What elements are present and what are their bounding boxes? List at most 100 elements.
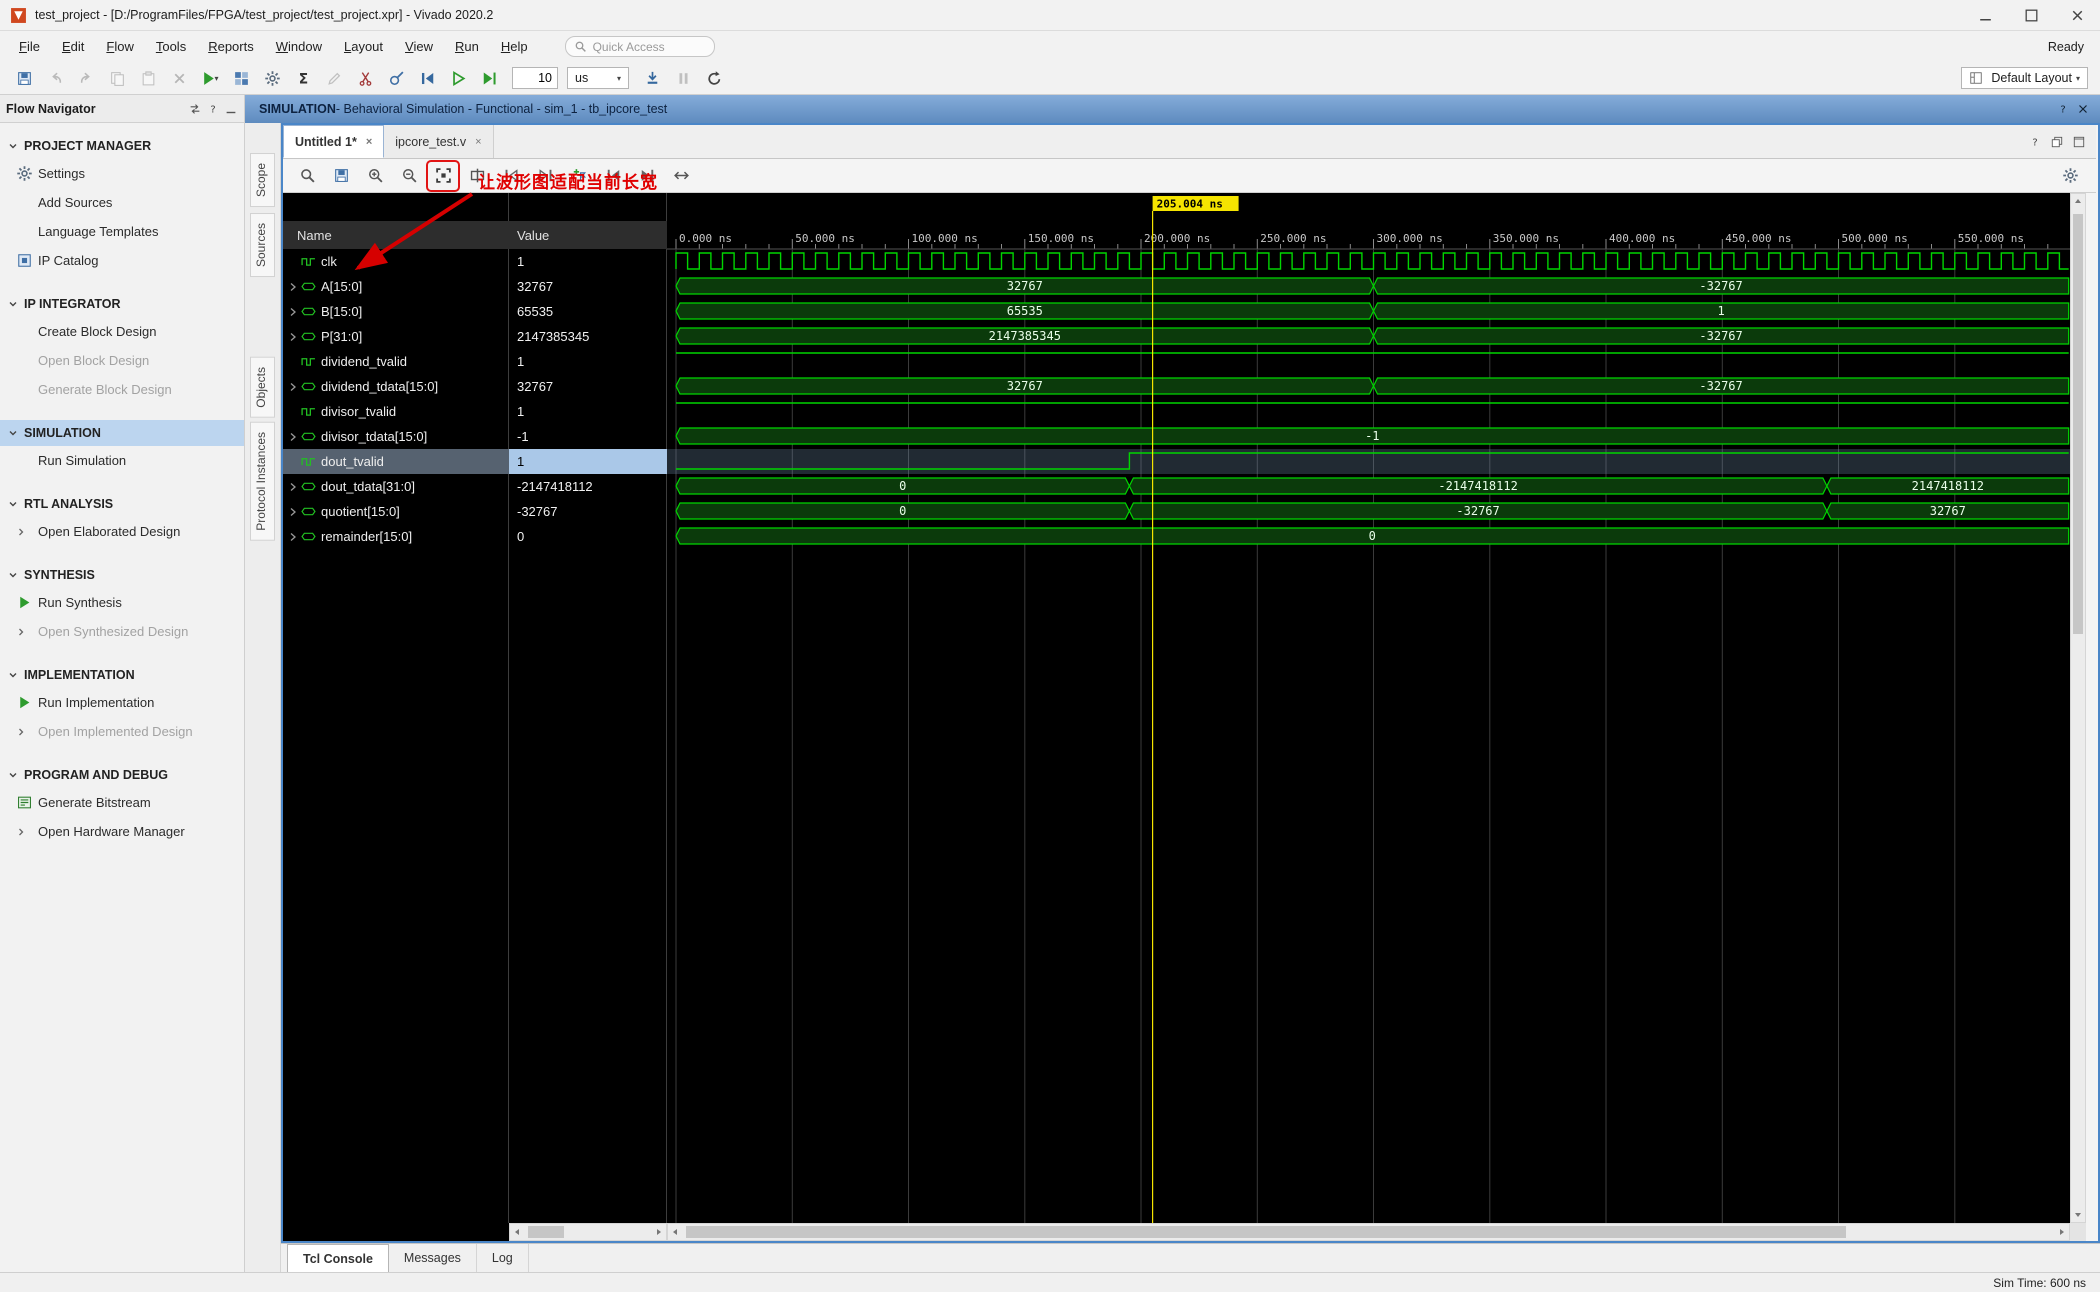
step-button[interactable]	[638, 65, 666, 91]
close-icon[interactable]: ×	[475, 136, 481, 148]
name-panel-scrollbar[interactable]	[283, 1223, 667, 1241]
side-tab-sources[interactable]: Sources	[250, 213, 275, 278]
menu-reports[interactable]: Reports	[197, 34, 265, 59]
bottom-tab-tcl-console[interactable]: Tcl Console	[287, 1244, 389, 1272]
scrollbar-thumb[interactable]	[686, 1226, 1846, 1238]
fn-section-simulation[interactable]: SIMULATION	[0, 420, 244, 446]
scroll-right-icon[interactable]	[652, 1225, 666, 1239]
menu-tools[interactable]: Tools	[145, 34, 197, 59]
expander-icon[interactable]	[288, 332, 298, 342]
menu-run[interactable]: Run	[444, 34, 490, 59]
fn-item-language-templates[interactable]: Language Templates	[0, 217, 244, 246]
fn-item-add-sources[interactable]: Add Sources	[0, 188, 244, 217]
copy-button[interactable]	[103, 65, 131, 91]
fn-item-open-synthesized-design[interactable]: Open Synthesized Design	[0, 617, 244, 646]
save-button[interactable]	[10, 65, 38, 91]
run-all-button[interactable]	[444, 65, 472, 91]
find-button[interactable]	[293, 163, 321, 189]
relaunch-button[interactable]	[700, 65, 728, 91]
fn-item-generate-block-design[interactable]: Generate Block Design	[0, 375, 244, 404]
settings-gear-button[interactable]	[258, 65, 286, 91]
time-cursor[interactable]: 205.004 ns	[1152, 196, 1239, 1223]
signal-value-quotient-15-0[interactable]: -32767	[509, 499, 667, 524]
fn-item-open-hardware-manager[interactable]: Open Hardware Manager	[0, 817, 244, 846]
expander-icon[interactable]	[288, 282, 298, 292]
signal-value-dividend-tdata-15-0[interactable]: 32767	[509, 374, 667, 399]
fn-item-open-implemented-design[interactable]: Open Implemented Design	[0, 717, 244, 746]
fn-item-ip-catalog[interactable]: IP Catalog	[0, 246, 244, 275]
bottom-tab-log[interactable]: Log	[477, 1244, 529, 1272]
wave-row-dout-tvalid[interactable]	[667, 449, 2070, 474]
value-column-header[interactable]: Value	[509, 221, 667, 249]
fn-item-run-synthesis[interactable]: Run Synthesis	[0, 588, 244, 617]
help-icon[interactable]: ?	[2028, 135, 2042, 149]
menu-layout[interactable]: Layout	[333, 34, 394, 59]
signal-value-dividend-tvalid[interactable]: 1	[509, 349, 667, 374]
signal-value-dout-tvalid[interactable]: 1	[509, 449, 667, 474]
wave-row-quotient-15-0[interactable]: 0 -32767 32767	[675, 502, 2070, 520]
collapse-icon[interactable]	[224, 102, 238, 116]
expander-icon[interactable]	[288, 507, 298, 517]
fn-section-synthesis[interactable]: SYNTHESIS	[0, 562, 244, 588]
pause-button[interactable]	[669, 65, 697, 91]
fn-item-open-block-design[interactable]: Open Block Design	[0, 346, 244, 375]
fn-item-run-implementation[interactable]: Run Implementation	[0, 688, 244, 717]
edit-button[interactable]	[320, 65, 348, 91]
wave-row-a-15-0[interactable]: 32767 -32767	[675, 277, 2070, 295]
side-tab-protocol-instances[interactable]: Protocol Instances	[250, 421, 275, 541]
fn-section-implementation[interactable]: IMPLEMENTATION	[0, 662, 244, 688]
signal-row-remainder-15-0[interactable]: remainder[15:0]	[283, 524, 509, 549]
swap-cursor-button[interactable]	[667, 163, 695, 189]
signal-row-divisor-tvalid[interactable]: divisor_tvalid	[283, 399, 509, 424]
signal-row-dividend-tvalid[interactable]: dividend_tvalid	[283, 349, 509, 374]
fn-item-open-elaborated-design[interactable]: Open Elaborated Design	[0, 517, 244, 546]
signal-row-dout-tdata-31-0[interactable]: dout_tdata[31:0]	[283, 474, 509, 499]
close-icon[interactable]: ×	[366, 136, 372, 148]
signal-value-divisor-tvalid[interactable]: 1	[509, 399, 667, 424]
signal-value-remainder-15-0[interactable]: 0	[509, 524, 667, 549]
time-ruler[interactable]: 0.000 ns 50.000 ns 100.000 ns 150.000 ns 200…	[667, 232, 2070, 250]
run-flow-button[interactable]: ▾	[196, 65, 224, 91]
run-for-time-button[interactable]	[475, 65, 503, 91]
signal-value-clk[interactable]: 1	[509, 249, 667, 274]
scroll-down-icon[interactable]	[2071, 1208, 2085, 1222]
zoom-in-button[interactable]	[361, 163, 389, 189]
swap-icon[interactable]	[188, 102, 202, 116]
wave-row-clk[interactable]	[675, 252, 2069, 270]
wave-row-divisor-tdata-15-0[interactable]: -1	[675, 427, 2070, 445]
fn-item-create-block-design[interactable]: Create Block Design	[0, 317, 244, 346]
doc-tab-untitled-1[interactable]: Untitled 1* ×	[283, 125, 385, 158]
zoom-out-button[interactable]	[395, 163, 423, 189]
sum-button[interactable]: Σ	[289, 65, 317, 91]
menu-flow[interactable]: Flow	[95, 34, 144, 59]
wave-row-dout-tdata-31-0[interactable]: 0 -2147418112 2147418112	[675, 477, 2070, 495]
scrollbar-thumb[interactable]	[528, 1226, 564, 1238]
fn-section-program-and-debug[interactable]: PROGRAM AND DEBUG	[0, 762, 244, 788]
wave-row-dividend-tdata-15-0[interactable]: 32767 -32767	[675, 377, 2070, 395]
scroll-left-icon[interactable]	[668, 1225, 682, 1239]
restart-sim-button[interactable]	[413, 65, 441, 91]
undo-button[interactable]	[41, 65, 69, 91]
side-tab-scope[interactable]: Scope	[250, 153, 275, 208]
float-window-icon[interactable]	[2050, 135, 2064, 149]
signal-row-quotient-15-0[interactable]: quotient[15:0]	[283, 499, 509, 524]
fn-section-rtl-analysis[interactable]: RTL ANALYSIS	[0, 491, 244, 517]
maximize-panel-icon[interactable]	[2072, 135, 2086, 149]
menu-view[interactable]: View	[394, 34, 444, 59]
scrollbar-thumb[interactable]	[2073, 214, 2083, 634]
fn-item-generate-bitstream[interactable]: Generate Bitstream	[0, 788, 244, 817]
expander-icon[interactable]	[288, 482, 298, 492]
layout-select[interactable]: Default Layout ▾	[1961, 67, 2088, 89]
signal-value-a-15-0[interactable]: 32767	[509, 274, 667, 299]
close-button[interactable]	[2054, 0, 2100, 30]
expander-icon[interactable]	[288, 382, 298, 392]
signal-value-b-15-0[interactable]: 65535	[509, 299, 667, 324]
signal-row-divisor-tdata-15-0[interactable]: divisor_tdata[15:0]	[283, 424, 509, 449]
expander-icon[interactable]	[288, 532, 298, 542]
signal-value-dout-tdata-31-0[interactable]: -2147418112	[509, 474, 667, 499]
waveform-canvas[interactable]: 0.000 ns 50.000 ns 100.000 ns 150.000 ns 200…	[667, 193, 2070, 1223]
wave-row-remainder-15-0[interactable]: 0	[675, 527, 2070, 545]
close-icon[interactable]	[2076, 102, 2090, 116]
cut-button[interactable]	[351, 65, 379, 91]
signal-row-dividend-tdata-15-0[interactable]: dividend_tdata[15:0]	[283, 374, 509, 399]
